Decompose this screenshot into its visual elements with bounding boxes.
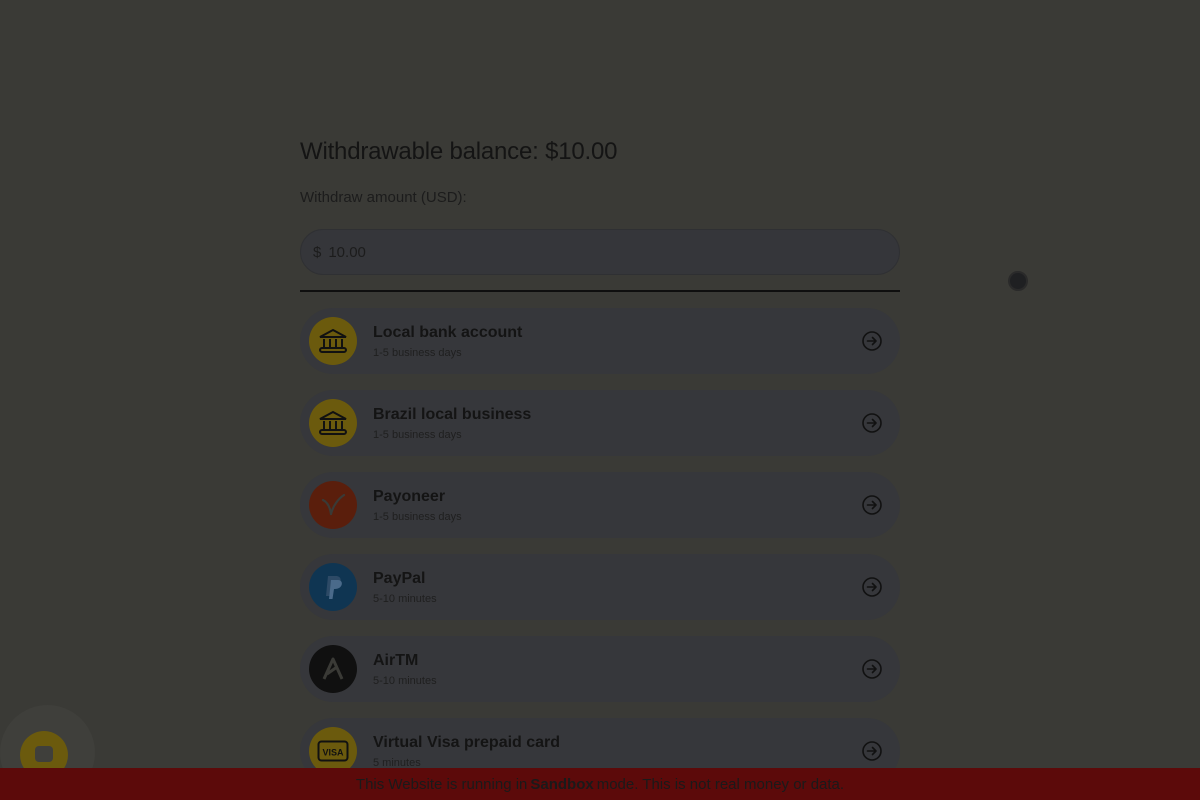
method-time: 5-10 minutes xyxy=(373,593,437,605)
method-time: 5-10 minutes xyxy=(373,675,437,687)
arrow-right-circle-icon xyxy=(862,659,882,679)
method-name: AirTM xyxy=(373,652,419,669)
arrow-right-circle-icon xyxy=(862,413,882,433)
arrow-right-circle-icon xyxy=(862,577,882,597)
sandbox-banner-suffix: mode. This is not real money or data. xyxy=(596,775,845,793)
amount-label: Withdraw amount (USD): xyxy=(300,189,467,206)
currency-symbol: $ xyxy=(313,243,322,261)
method-time: 1-5 business days xyxy=(373,511,462,523)
method-name: Payoneer xyxy=(373,488,446,505)
method-time: 1-5 business days xyxy=(373,429,462,441)
method-time: 1-5 business days xyxy=(373,347,462,359)
paypal-logo-icon xyxy=(309,563,357,611)
arrow-right-circle-icon xyxy=(862,331,882,351)
svg-text:VISA: VISA xyxy=(322,748,344,758)
page-overlay: Withdrawable balance: $10.00 Withdraw am… xyxy=(0,0,1200,800)
bank-icon xyxy=(309,317,357,365)
arrow-right-circle-icon xyxy=(862,495,882,515)
method-local-bank[interactable]: Local bank account 1-5 business days xyxy=(300,308,900,374)
sandbox-banner-prefix: This Website is running in xyxy=(355,775,528,793)
bank-icon xyxy=(309,399,357,447)
divider xyxy=(300,290,900,292)
sandbox-banner-mode: Sandbox xyxy=(530,775,594,793)
cursor-indicator xyxy=(1008,271,1028,291)
amount-field[interactable]: $ xyxy=(300,229,900,275)
payoneer-logo-icon xyxy=(309,481,357,529)
method-airtm[interactable]: AirTM 5-10 minutes xyxy=(300,636,900,702)
method-name: Brazil local business xyxy=(373,406,532,423)
method-name: Virtual Visa prepaid card xyxy=(373,734,561,751)
arrow-right-circle-icon xyxy=(862,741,882,761)
sandbox-banner: This Website is running in Sandbox mode.… xyxy=(0,768,1200,800)
method-name: PayPal xyxy=(373,570,426,587)
method-paypal[interactable]: PayPal 5-10 minutes xyxy=(300,554,900,620)
method-brazil-business[interactable]: Brazil local business 1-5 business days xyxy=(300,390,900,456)
amount-input[interactable] xyxy=(328,243,849,261)
method-payoneer[interactable]: Payoneer 1-5 business days xyxy=(300,472,900,538)
airtm-logo-icon xyxy=(309,645,357,693)
page-title: Withdrawable balance: $10.00 xyxy=(300,138,618,165)
method-name: Local bank account xyxy=(373,324,523,341)
chat-icon xyxy=(35,746,53,762)
